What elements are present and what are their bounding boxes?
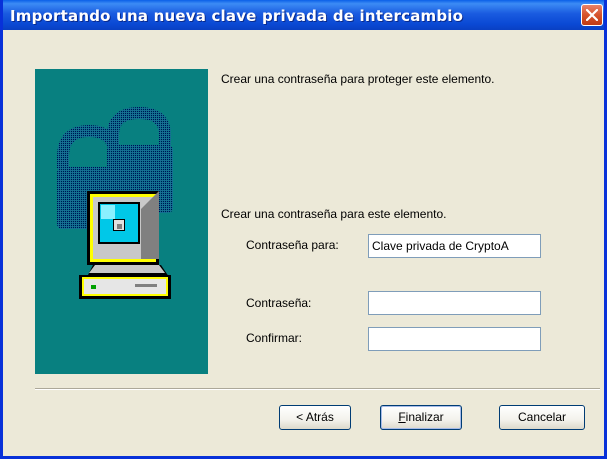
wizard-illustration [57, 106, 173, 299]
section-text: Crear una contraseña para este elemento. [221, 207, 447, 221]
window-title: Importando una nueva clave privada de in… [10, 7, 464, 25]
finish-label-rest: inalizar [405, 410, 444, 424]
button-separator [35, 388, 600, 390]
confirm-field[interactable] [368, 327, 541, 351]
title-bar[interactable]: Importando una nueva clave privada de in… [3, 0, 604, 30]
back-button-label: < Atrás [296, 410, 334, 424]
back-button[interactable]: < Atrás [279, 405, 351, 430]
purpose-field[interactable]: Clave privada de CryptoA [368, 234, 541, 258]
intro-text: Crear una contraseña para proteger este … [221, 72, 495, 86]
cancel-button-label: Cancelar [517, 410, 567, 424]
purpose-field-value: Clave privada de CryptoA [372, 239, 509, 253]
purpose-label: Contraseña para: [246, 238, 339, 252]
finish-mnemonic: F [398, 410, 406, 424]
cancel-button[interactable]: Cancelar [499, 405, 585, 430]
close-button[interactable] [581, 4, 603, 26]
finish-button-label: Finalizar [398, 410, 443, 424]
password-label: Contraseña: [246, 296, 312, 310]
finish-button[interactable]: Finalizar [380, 405, 462, 430]
dialog-window: Importando una nueva clave privada de in… [0, 0, 607, 459]
wizard-side-panel [35, 69, 208, 374]
computer-icon [79, 191, 171, 299]
close-icon [586, 9, 598, 21]
password-field[interactable] [368, 291, 541, 315]
confirm-label: Confirmar: [246, 331, 303, 345]
